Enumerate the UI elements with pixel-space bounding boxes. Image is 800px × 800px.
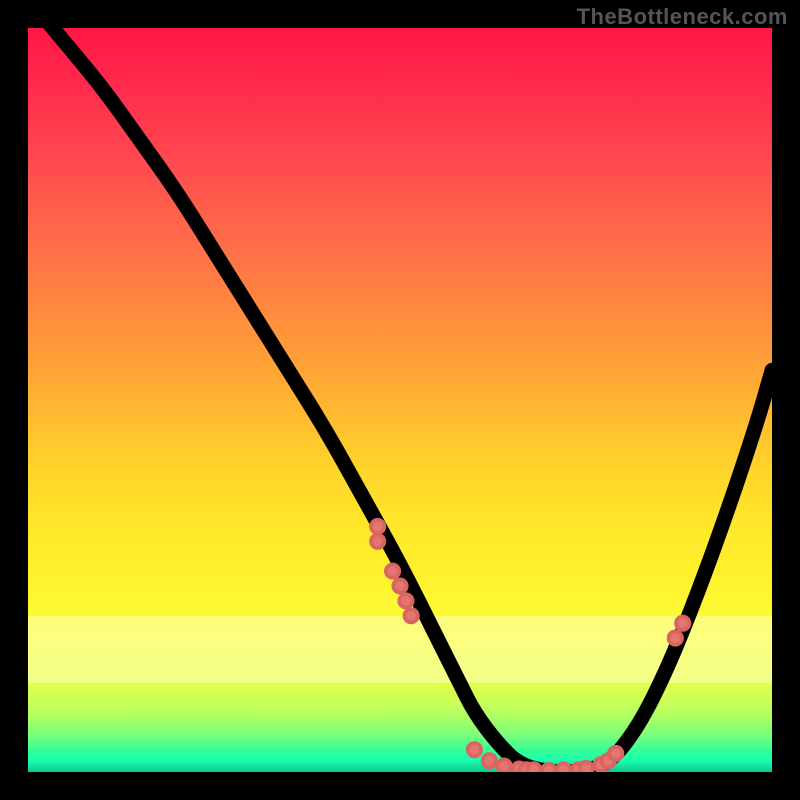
marker-dot <box>609 747 622 760</box>
watermark-text: TheBottleneck.com <box>577 4 788 30</box>
marker-dot <box>468 743 481 756</box>
marker-dot <box>371 520 384 533</box>
chart-svg <box>28 28 772 772</box>
marker-dot <box>676 617 689 630</box>
marker-dot <box>557 763 570 772</box>
plot-area <box>28 28 772 772</box>
marker-dot <box>579 762 592 772</box>
marker-dot <box>527 763 540 772</box>
marker-dot <box>404 609 417 622</box>
marker-dot <box>393 579 406 592</box>
marker-dot <box>669 631 682 644</box>
marker-dot <box>399 594 412 607</box>
marker-dots <box>371 520 689 772</box>
marker-dot <box>371 535 384 548</box>
marker-dot <box>483 754 496 767</box>
chart-frame: TheBottleneck.com <box>0 0 800 800</box>
marker-dot <box>497 759 510 772</box>
curve-path <box>28 28 772 772</box>
marker-dot <box>386 564 399 577</box>
marker-dot <box>542 764 555 772</box>
